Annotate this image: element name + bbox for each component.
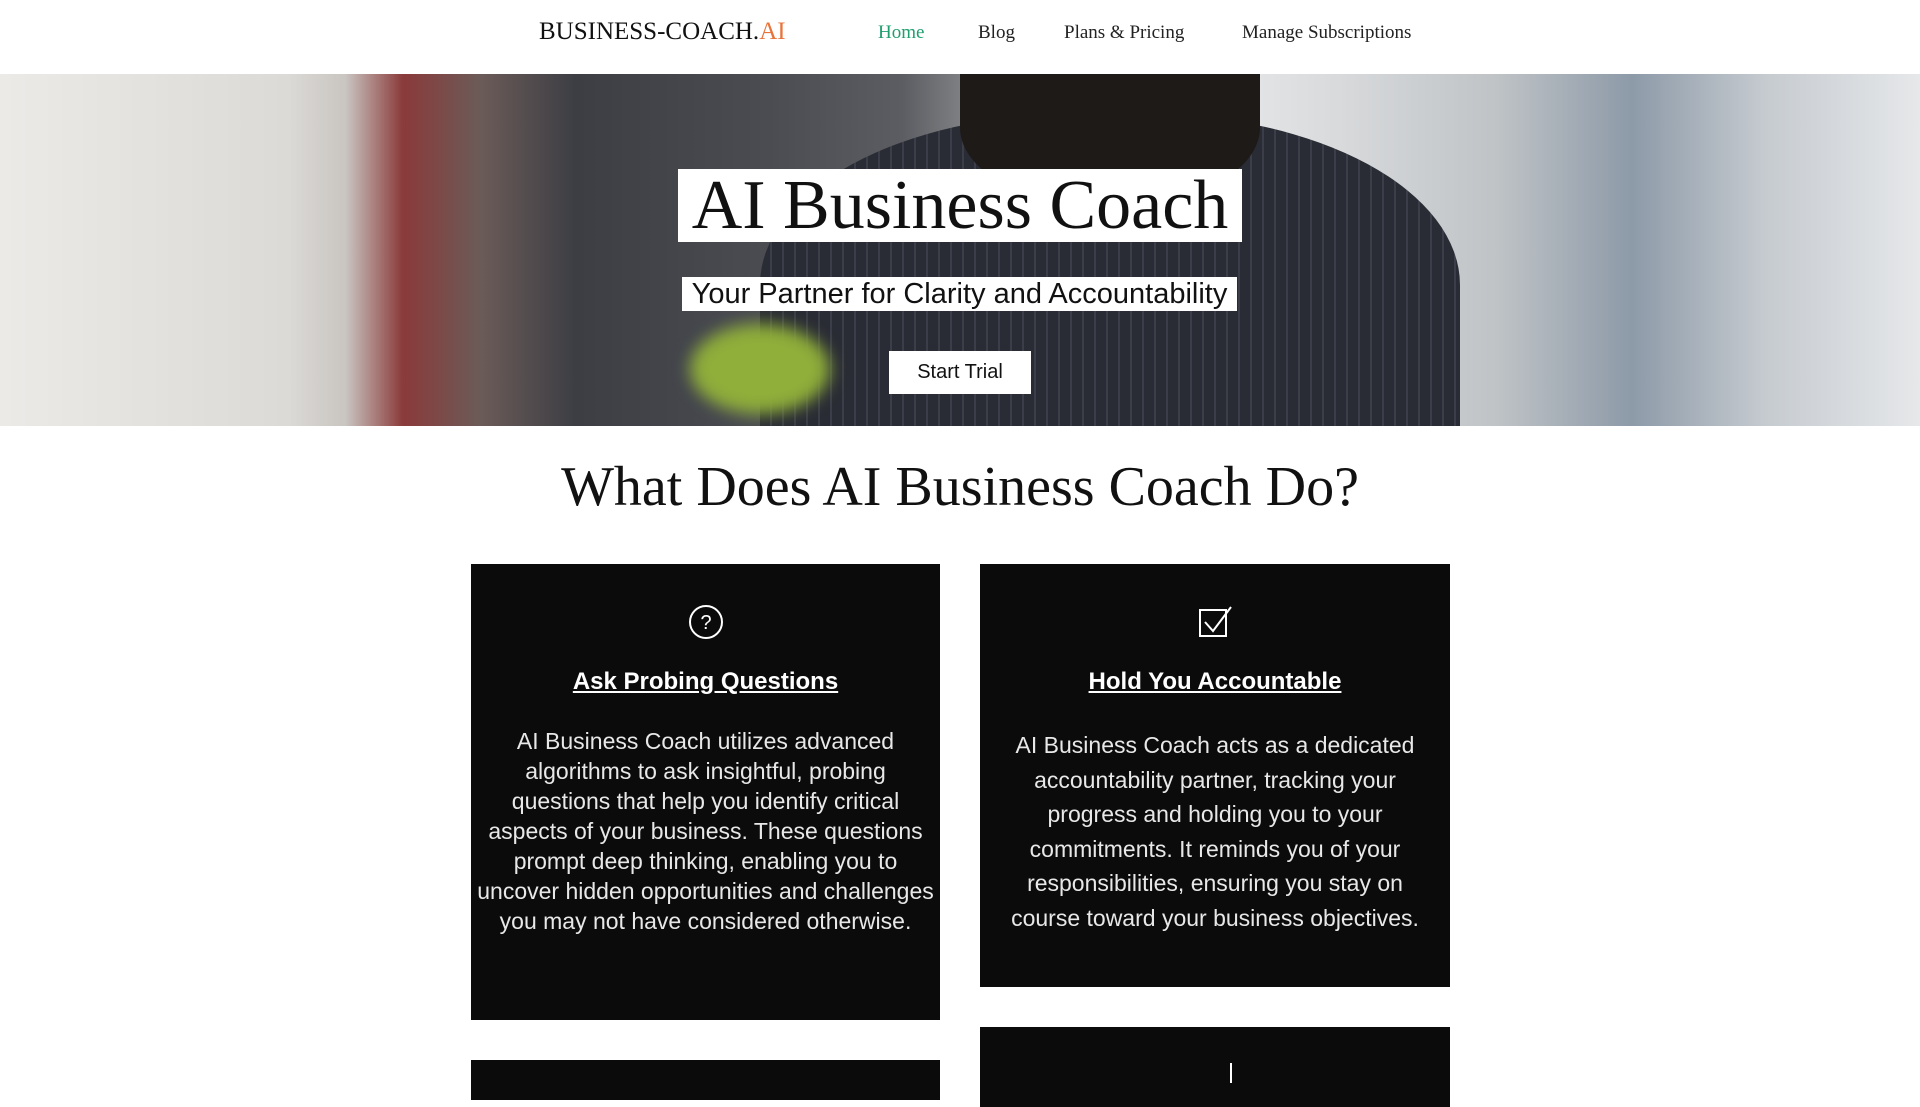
- feature-card-ask-questions: ? Ask Probing Questions AI Business Coac…: [471, 564, 940, 1020]
- feature-card-4: [980, 1027, 1450, 1107]
- hero-title: AI Business Coach: [678, 169, 1242, 242]
- svg-text:?: ?: [700, 612, 711, 634]
- logo[interactable]: BUSINESS-COACH.AI: [539, 18, 786, 46]
- start-trial-button[interactable]: Start Trial: [889, 351, 1031, 394]
- card-title[interactable]: Ask Probing Questions: [471, 668, 940, 696]
- question-circle-icon: ?: [688, 605, 723, 639]
- logo-accent: AI: [759, 18, 786, 45]
- card-icon-partial: [1230, 1063, 1232, 1083]
- nav-blog[interactable]: Blog: [978, 22, 1015, 44]
- section-title: What Does AI Business Coach Do?: [561, 456, 1359, 518]
- card-title[interactable]: Hold You Accountable: [980, 668, 1450, 696]
- feature-card-3: [471, 1060, 940, 1100]
- hero-subtitle: Your Partner for Clarity and Accountabil…: [682, 277, 1237, 311]
- card-body: AI Business Coach utilizes advanced algo…: [477, 728, 934, 934]
- nav-plans-pricing[interactable]: Plans & Pricing: [1064, 22, 1184, 44]
- logo-text: BUSINESS-COACH.: [539, 18, 760, 45]
- site-header: BUSINESS-COACH.AI Home Blog Plans & Pric…: [0, 0, 1920, 74]
- nav-manage-subscriptions[interactable]: Manage Subscriptions: [1242, 22, 1411, 44]
- card-body: AI Business Coach acts as a dedicated ac…: [1011, 732, 1419, 931]
- nav-home[interactable]: Home: [878, 22, 924, 44]
- hero-image-foliage: [690, 324, 830, 414]
- feature-card-accountable: Hold You Accountable AI Business Coach a…: [980, 564, 1450, 987]
- checkbox-icon: [1199, 606, 1232, 637]
